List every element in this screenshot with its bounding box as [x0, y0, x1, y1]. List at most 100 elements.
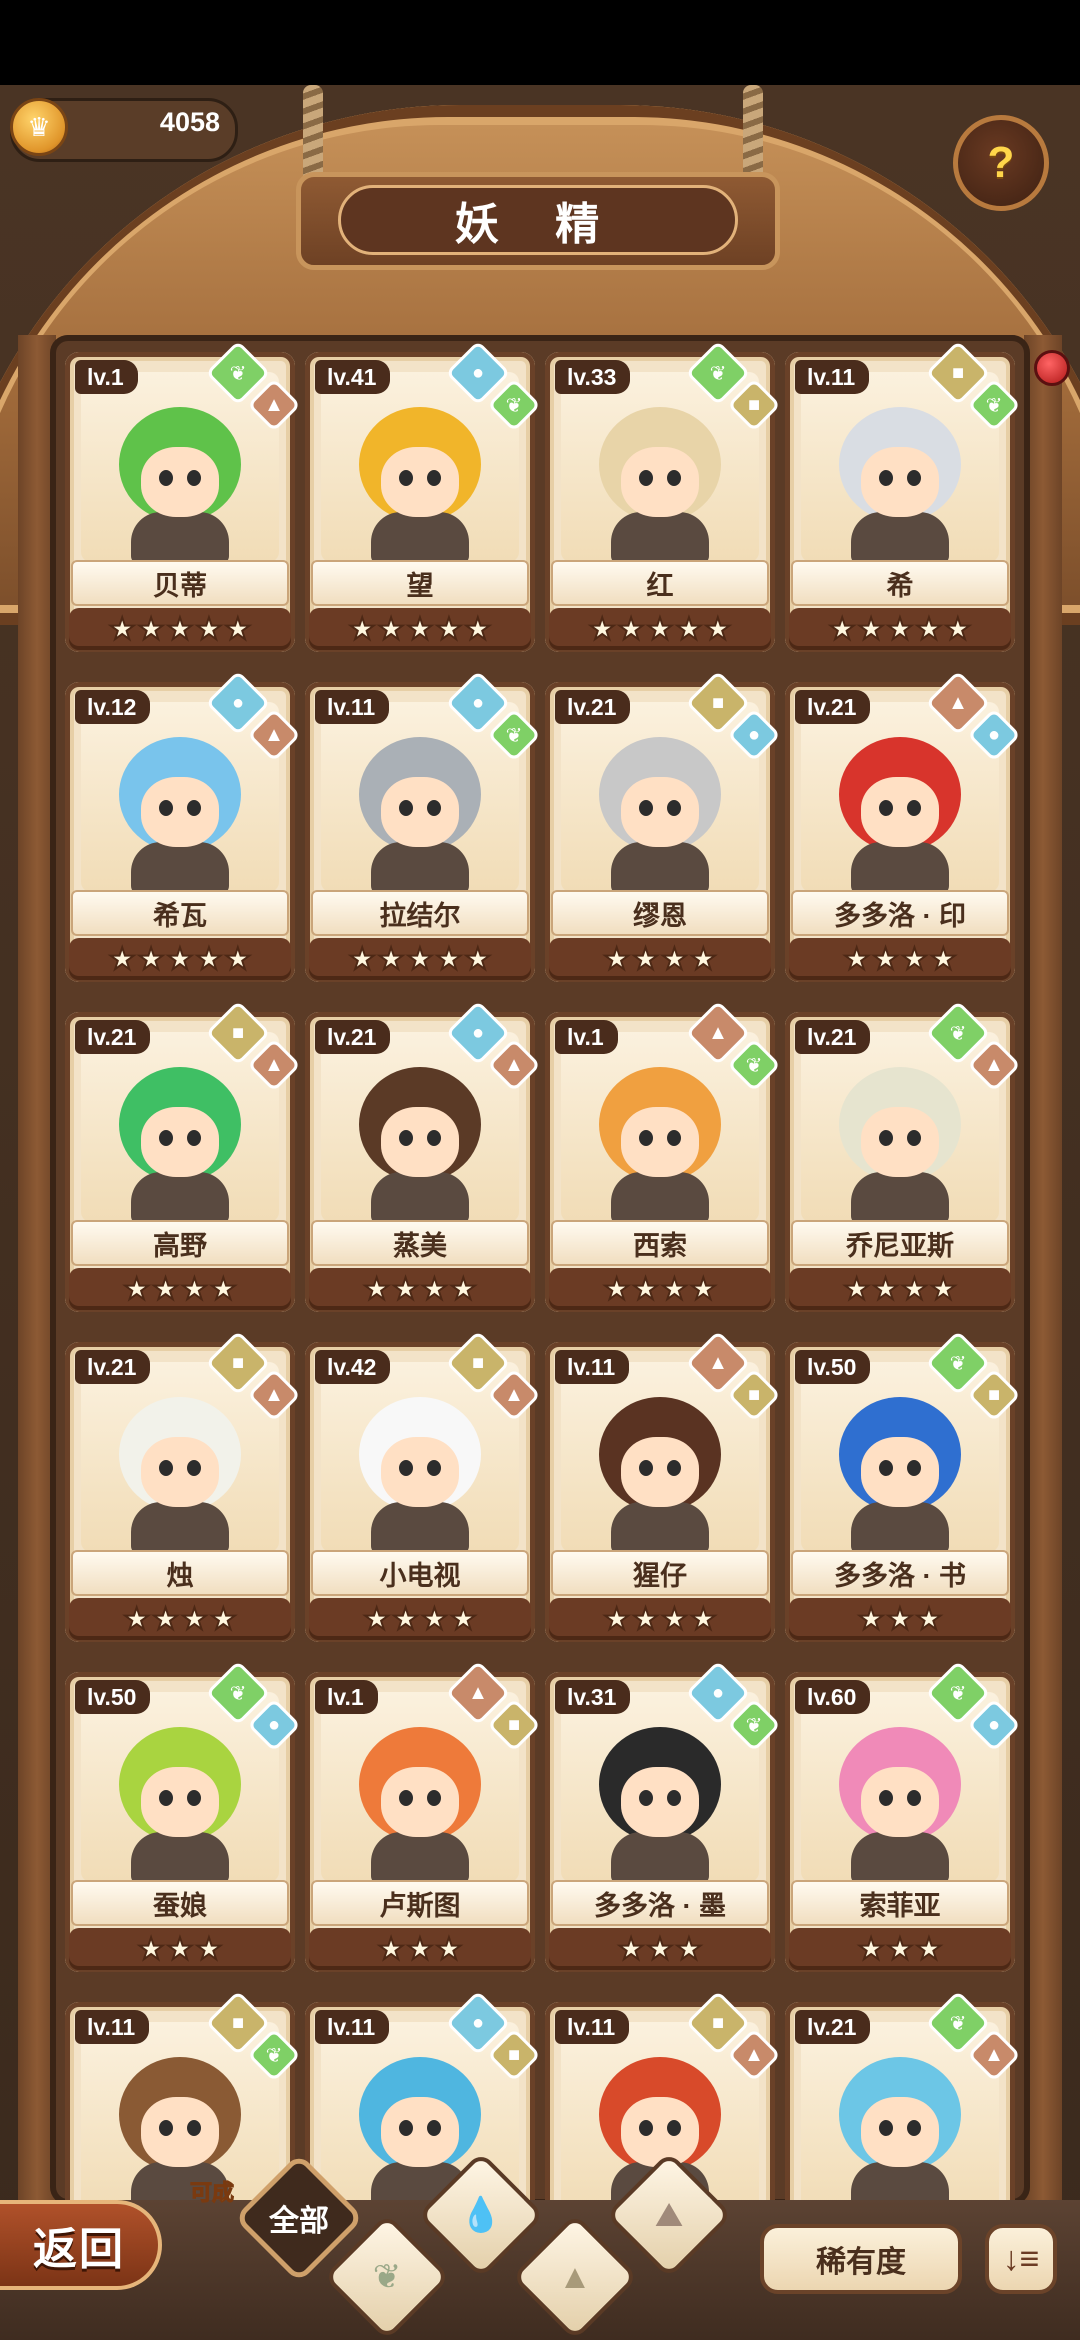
fairy-card[interactable]: lv.50 ❦ ■ 多多洛 · 书 ★ ★ ★ — [785, 1330, 1021, 1642]
character-eye — [187, 2120, 201, 2136]
character-face — [381, 2097, 459, 2167]
fairy-card[interactable]: lv.1 ▲ ❦ 西索 ★ ★ ★ ★ — [545, 1000, 781, 1312]
star-icon: ★ — [914, 1932, 943, 1967]
character-eye — [907, 800, 921, 816]
star-rating: ★ ★ ★ ★ ★ — [789, 608, 1011, 650]
element-glyph: ❦ — [949, 1682, 967, 1705]
element-glyph: ● — [471, 1021, 485, 1044]
star-icon: ★ — [617, 1932, 646, 1967]
character-body — [851, 1502, 949, 1554]
page-title: 妖 精 — [338, 185, 738, 255]
character-eye — [159, 470, 173, 486]
element-glyph: ● — [471, 2011, 485, 2034]
fairy-card[interactable]: lv.11 ● ❦ 拉结尔 ★ ★ ★ ★ ★ — [305, 670, 541, 982]
character-eye — [427, 470, 441, 486]
character-body — [131, 1502, 229, 1554]
character-name: 高野 — [71, 1220, 289, 1266]
star-icon: ★ — [703, 612, 732, 647]
star-icon: ★ — [348, 612, 377, 647]
star-icon: ★ — [449, 1272, 478, 1307]
level-badge: lv.1 — [75, 360, 138, 394]
character-eye — [907, 2120, 921, 2136]
element-glyph: ● — [747, 723, 761, 746]
character-face — [861, 447, 939, 517]
element-glyph: ❦ — [949, 1352, 967, 1375]
element-glyph: ▲ — [264, 1053, 284, 1076]
fairy-card[interactable]: lv.60 ❦ ● 索菲亚 ★ ★ ★ — [785, 1660, 1021, 1972]
element-glyph: ■ — [231, 1021, 245, 1044]
star-icon: ★ — [631, 1602, 660, 1637]
star-icon: ★ — [449, 1602, 478, 1637]
fairy-card[interactable]: lv.12 ● ▲ 希瓦 ★ ★ ★ ★ ★ — [65, 670, 301, 982]
star-icon: ★ — [122, 1272, 151, 1307]
star-icon: ★ — [348, 942, 377, 977]
fairy-card[interactable]: lv.21 ■ ▲ 烛 ★ ★ ★ ★ — [65, 1330, 301, 1642]
element-glyph: ❦ — [985, 394, 1003, 417]
character-face — [381, 447, 459, 517]
fairy-card[interactable]: lv.33 ❦ ■ 红 ★ ★ ★ ★ ★ — [545, 340, 781, 652]
fairy-card[interactable]: lv.50 ❦ ● 蚕娘 ★ ★ ★ — [65, 1660, 301, 1972]
star-icon: ★ — [194, 942, 223, 977]
character-eye — [427, 1130, 441, 1146]
element-glyph: ● — [471, 691, 485, 714]
element-glyph: ■ — [747, 393, 761, 416]
character-eye — [427, 1460, 441, 1476]
level-badge: lv.60 — [795, 1680, 871, 1714]
star-icon: ★ — [689, 942, 718, 977]
element-glyph: ● — [711, 1681, 725, 1704]
level-badge: lv.11 — [75, 2010, 150, 2044]
character-eye — [667, 1130, 681, 1146]
fairy-card[interactable]: lv.21 ■ ● 缪恩 ★ ★ ★ ★ — [545, 670, 781, 982]
level-badge: lv.41 — [315, 360, 391, 394]
rarity-sort-button[interactable]: 稀有度 — [760, 2224, 962, 2294]
star-icon: ★ — [631, 1272, 660, 1307]
character-name: 多多洛 · 印 — [791, 890, 1009, 936]
element-glyph: ● — [231, 691, 245, 714]
fairy-card[interactable]: lv.42 ■ ▲ 小电视 ★ ★ ★ ★ — [305, 1330, 541, 1642]
character-name: 多多洛 · 书 — [791, 1550, 1009, 1596]
sort-order-button[interactable]: ↓≡ — [985, 2224, 1057, 2294]
star-icon: ★ — [674, 612, 703, 647]
star-icon: ★ — [180, 1272, 209, 1307]
back-button[interactable]: 返回 — [0, 2200, 162, 2290]
character-name: 蚕娘 — [71, 1880, 289, 1926]
star-icon: ★ — [434, 612, 463, 647]
fairy-card[interactable]: lv.21 ❦ ▲ 乔尼亚斯 ★ ★ ★ ★ — [785, 1000, 1021, 1312]
element-glyph: ■ — [507, 2043, 521, 2066]
star-icon: ★ — [602, 942, 631, 977]
character-body — [131, 1832, 229, 1884]
star-icon: ★ — [209, 1602, 238, 1637]
element-glyph: ■ — [711, 691, 725, 714]
character-name: 希瓦 — [71, 890, 289, 936]
fairy-card[interactable]: lv.11 ■ ❦ 希 ★ ★ ★ ★ ★ — [785, 340, 1021, 652]
fairy-card[interactable]: lv.21 ■ ▲ 高野 ★ ★ ★ ★ — [65, 1000, 301, 1312]
character-body — [131, 842, 229, 894]
character-body — [851, 512, 949, 564]
character-name: 卢斯图 — [311, 1880, 529, 1926]
star-icon: ★ — [943, 612, 972, 647]
character-face — [621, 777, 699, 847]
help-button[interactable]: ? — [953, 115, 1049, 211]
star-icon: ★ — [689, 1602, 718, 1637]
star-icon: ★ — [674, 1932, 703, 1967]
element-glyph: ▲ — [708, 1351, 728, 1374]
character-eye — [667, 800, 681, 816]
character-eye — [187, 1790, 201, 1806]
fairy-card[interactable]: lv.41 ● ❦ 望 ★ ★ ★ ★ ★ — [305, 340, 541, 652]
fairy-card[interactable]: lv.31 ● ❦ 多多洛 · 墨 ★ ★ ★ — [545, 1660, 781, 1972]
character-face — [621, 1437, 699, 1507]
fairy-card[interactable]: lv.1 ▲ ■ 卢斯图 ★ ★ ★ — [305, 1660, 541, 1972]
character-face — [141, 2097, 219, 2167]
character-face — [141, 1107, 219, 1177]
character-eye — [667, 1460, 681, 1476]
fairy-card[interactable]: lv.11 ▲ ■ 猩仔 ★ ★ ★ ★ — [545, 1330, 781, 1642]
star-icon: ★ — [151, 1272, 180, 1307]
fairy-card[interactable]: lv.1 ❦ ▲ 贝蒂 ★ ★ ★ ★ ★ — [65, 340, 301, 652]
star-icon: ★ — [166, 1932, 195, 1967]
star-icon: ★ — [900, 1272, 929, 1307]
fairy-card[interactable]: lv.21 ▲ ● 多多洛 · 印 ★ ★ ★ ★ — [785, 670, 1021, 982]
level-badge: lv.21 — [75, 1350, 151, 1384]
fairy-card[interactable]: lv.21 ● ▲ 蒸美 ★ ★ ★ ★ — [305, 1000, 541, 1312]
character-eye — [667, 470, 681, 486]
character-eye — [879, 1130, 893, 1146]
